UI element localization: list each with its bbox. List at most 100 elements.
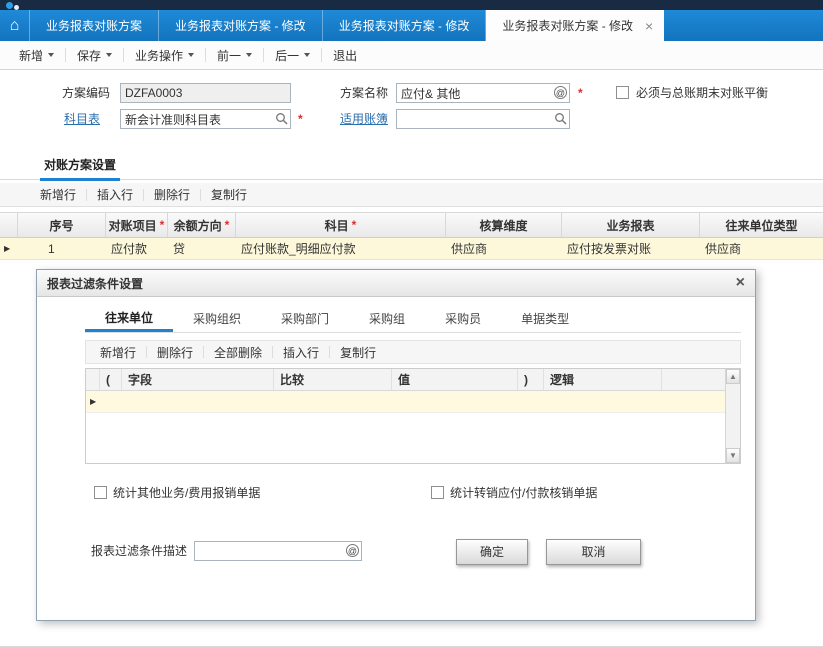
header-cell-field[interactable]: 字段 <box>122 369 274 390</box>
row-indicator: ▶ <box>0 238 18 259</box>
dropdown-caret-icon <box>246 53 252 57</box>
header-cell-accounting-dimension[interactable]: 核算维度 <box>446 213 562 237</box>
scheme-code-label: 方案编码 <box>62 86 110 100</box>
header-cell-subject[interactable]: 科目 * <box>236 213 446 237</box>
grid-main: ( 字段 比较 值 ) 逻辑 ▶ <box>86 369 725 463</box>
header-cell-logic[interactable]: 逻辑 <box>544 369 662 390</box>
tab-purchase-org[interactable]: 采购组织 <box>173 305 261 332</box>
tab-recon-scheme-edit-1[interactable]: 业务报表对账方案 - 修改 <box>159 10 323 41</box>
cell-recon-item[interactable]: 应付款 <box>106 238 168 259</box>
tab-purchaser[interactable]: 采购员 <box>425 305 501 332</box>
dialog-insert-row-button[interactable]: 插入行 <box>273 344 329 361</box>
tab-recon-scheme-edit-2[interactable]: 业务报表对账方案 - 修改 <box>323 10 487 41</box>
toolbar-previous-button[interactable]: 前一 <box>206 45 263 65</box>
ledger-input[interactable] <box>396 109 570 129</box>
section-divider <box>0 179 823 180</box>
dialog-copy-row-button[interactable]: 复制行 <box>330 344 386 361</box>
button-label: 保存 <box>77 47 101 64</box>
header-cell-recon-item[interactable]: 对账项目 * <box>106 213 168 237</box>
main-toolbar: 新增 保存 业务操作 前一 后一 退出 <box>0 41 823 70</box>
dialog-delete-all-button[interactable]: 全部删除 <box>204 344 272 361</box>
subject-table-field <box>120 109 291 129</box>
header-cell-indicator <box>0 213 18 237</box>
header-cell-balance-direction[interactable]: 余额方向 * <box>168 213 236 237</box>
header-cell-value[interactable]: 值 <box>392 369 518 390</box>
balance-checkbox-label: 必须与总账期末对账平衡 <box>636 86 768 100</box>
tab-doc-type[interactable]: 单据类型 <box>501 305 589 332</box>
cell-seq[interactable]: 1 <box>18 238 106 259</box>
column-label: 核算维度 <box>479 217 527 234</box>
dialog-body: 往来单位 采购组织 采购部门 采购组 采购员 单据类型 新增行 删除行 全部删除… <box>37 297 755 620</box>
scheme-name-input[interactable] <box>396 83 570 103</box>
cell-business-report[interactable]: 应付按发票对账 <box>562 238 700 259</box>
required-star: * <box>578 86 583 100</box>
home-tab[interactable]: ⌂ <box>0 10 30 41</box>
subject-table-input[interactable] <box>120 109 291 129</box>
toolbar-exit-button[interactable]: 退出 <box>322 45 368 65</box>
recon-table-row[interactable]: ▶ 1 应付款 贷 应付账款_明细应付款 供应商 应付按发票对账 供应商 <box>0 238 823 260</box>
delete-row-button[interactable]: 删除行 <box>144 186 200 203</box>
tab-purchase-group[interactable]: 采购组 <box>349 305 425 332</box>
tab-bar: ⌂ 业务报表对账方案 业务报表对账方案 - 修改 业务报表对账方案 - 修改 业… <box>0 10 823 41</box>
toolbar-business-ops-button[interactable]: 业务操作 <box>124 45 205 65</box>
filter-condition-dialog: 报表过滤条件设置 × 往来单位 采购组织 采购部门 采购组 采购员 单据类型 新… <box>36 269 756 621</box>
header-cell-close-paren[interactable]: ) <box>518 369 544 390</box>
required-star: * <box>225 218 230 232</box>
cell-unit-type[interactable]: 供应商 <box>700 238 823 259</box>
search-icon[interactable] <box>554 112 567 125</box>
dialog-title-bar[interactable]: 报表过滤条件设置 × <box>37 270 755 297</box>
cancel-button[interactable]: 取消 <box>546 539 641 565</box>
ok-button[interactable]: 确定 <box>456 539 528 565</box>
insert-row-button[interactable]: 插入行 <box>87 186 143 203</box>
button-label: 新增 <box>19 47 43 64</box>
recon-table-header: 序号 对账项目 * 余额方向 * 科目 * 核算维度 业务报表 往来单位类型 <box>0 212 823 238</box>
multilang-icon[interactable]: @ <box>346 544 359 557</box>
required-star: * <box>298 112 303 126</box>
tab-business-unit[interactable]: 往来单位 <box>85 305 173 332</box>
tab-close-icon[interactable]: × <box>645 19 653 33</box>
filter-desc-input[interactable] <box>194 541 362 561</box>
header-cell-business-report[interactable]: 业务报表 <box>562 213 700 237</box>
tab-recon-scheme-edit-active[interactable]: 业务报表对账方案 - 修改 × <box>486 10 664 41</box>
cell-accounting-dimension[interactable]: 供应商 <box>446 238 562 259</box>
writeoff-checkbox[interactable] <box>431 486 444 499</box>
button-label: 前一 <box>217 47 241 64</box>
subject-table-link[interactable]: 科目表 <box>64 112 100 126</box>
toolbar-new-button[interactable]: 新增 <box>8 45 65 65</box>
header-cell-unit-type[interactable]: 往来单位类型 <box>700 213 823 237</box>
button-label: 退出 <box>333 47 357 64</box>
cell-subject[interactable]: 应付账款_明细应付款 <box>236 238 446 259</box>
add-row-button[interactable]: 新增行 <box>30 186 86 203</box>
dropdown-caret-icon <box>188 53 194 57</box>
toolbar-next-button[interactable]: 后一 <box>264 45 321 65</box>
column-label: 余额方向 <box>174 217 222 234</box>
search-icon[interactable] <box>275 112 288 125</box>
dialog-close-icon[interactable]: × <box>736 275 745 291</box>
tab-purchase-dept[interactable]: 采购部门 <box>261 305 349 332</box>
column-label: 往来单位类型 <box>725 217 797 234</box>
grid-scrollbar[interactable]: ▲ ▼ <box>725 369 740 463</box>
filter-grid-row[interactable]: ▶ <box>86 391 725 413</box>
header-cell-seq[interactable]: 序号 <box>18 213 106 237</box>
multilang-icon[interactable]: @ <box>554 86 567 99</box>
copy-row-button[interactable]: 复制行 <box>201 186 257 203</box>
dialog-add-row-button[interactable]: 新增行 <box>90 344 146 361</box>
other-business-checkbox[interactable] <box>94 486 107 499</box>
toolbar-save-button[interactable]: 保存 <box>66 45 123 65</box>
ledger-link[interactable]: 适用账簿 <box>340 112 388 126</box>
header-cell-compare[interactable]: 比较 <box>274 369 392 390</box>
header-cell-open-paren[interactable]: ( <box>100 369 122 390</box>
logo-dot-icon <box>6 2 13 9</box>
column-label: 序号 <box>49 217 73 234</box>
scroll-up-icon[interactable]: ▲ <box>726 369 740 384</box>
cell-balance-direction[interactable]: 贷 <box>168 238 236 259</box>
required-star: * <box>160 218 165 232</box>
button-label: 后一 <box>275 47 299 64</box>
dialog-delete-row-button[interactable]: 删除行 <box>147 344 203 361</box>
scheme-code-input[interactable] <box>120 83 291 103</box>
dropdown-caret-icon <box>48 53 54 57</box>
filter-condition-grid: ( 字段 比较 值 ) 逻辑 ▶ ▲ ▼ <box>85 368 741 464</box>
scroll-down-icon[interactable]: ▼ <box>726 448 740 463</box>
balance-checkbox[interactable] <box>616 86 629 99</box>
tab-recon-scheme-list[interactable]: 业务报表对账方案 <box>30 10 159 41</box>
